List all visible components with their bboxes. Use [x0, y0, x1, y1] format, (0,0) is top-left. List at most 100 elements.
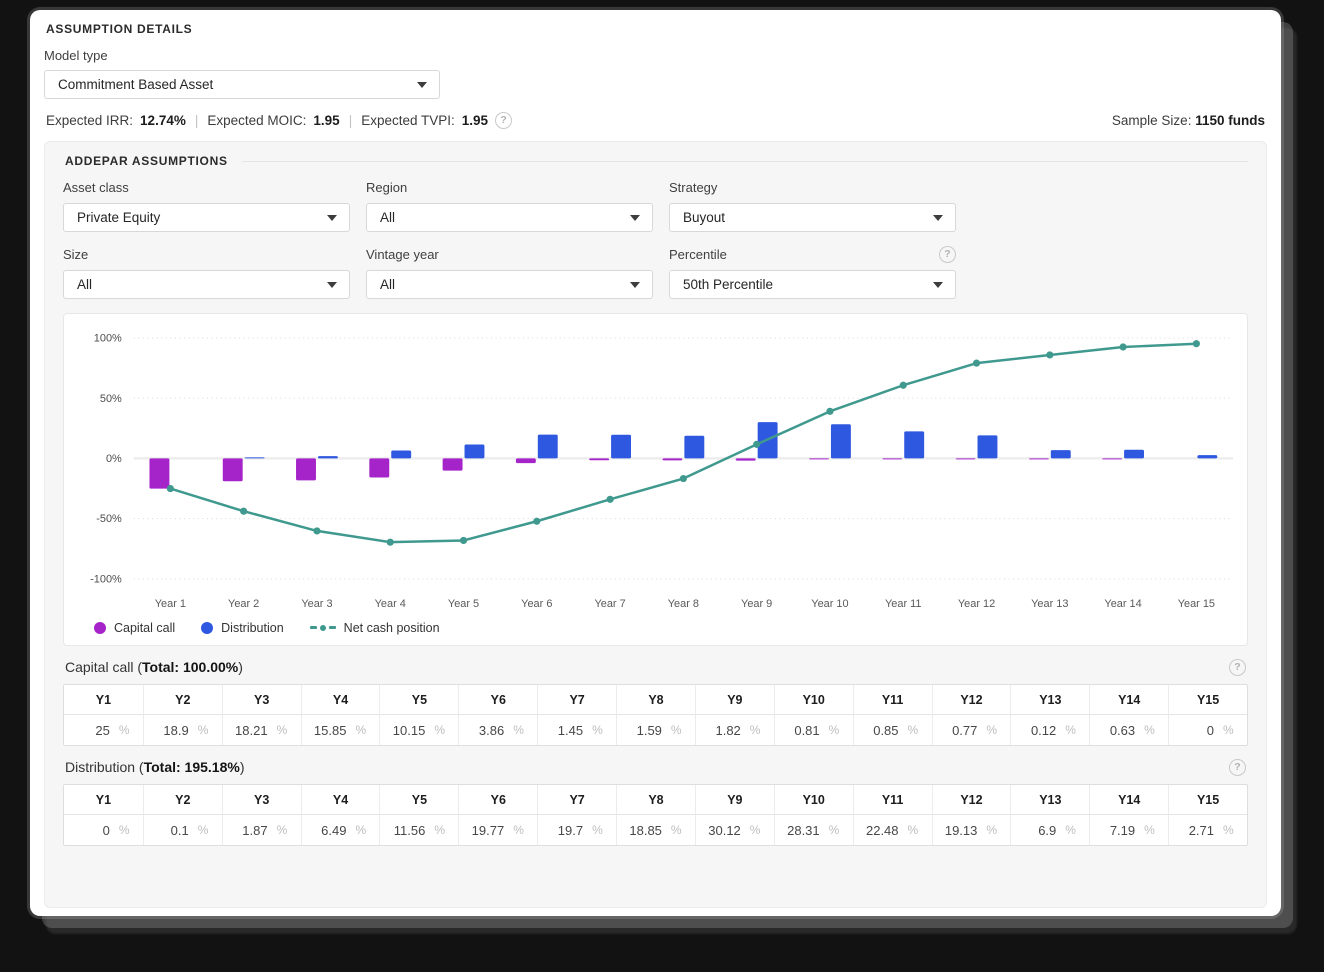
capital-call-bar	[296, 458, 316, 481]
distribution-bar	[391, 450, 412, 459]
distribution-bar	[317, 456, 338, 459]
percentile-select[interactable]: 50th Percentile	[669, 270, 956, 299]
distribution-table: Y1 Y2 Y3 Y4 Y5 Y6 Y7 Y8 Y9 Y10 Y11 Y12 Y13 Y14 Y15 0% 0.…	[63, 783, 1248, 846]
distribution-bar	[1197, 455, 1218, 459]
expected-stats: Expected IRR: 12.74% | Expected MOIC: 1.…	[46, 112, 513, 129]
chevron-down-icon	[933, 214, 943, 221]
net-cash-point	[313, 527, 321, 535]
capital-call-help-icon[interactable]: ?	[1229, 658, 1246, 676]
distribution-help-icon[interactable]: ?	[1229, 758, 1246, 776]
table-value-cell: 19.7%	[537, 814, 616, 845]
sample-size: Sample Size: 1150 funds	[1112, 113, 1265, 128]
table-header-cell: Y2	[142, 684, 222, 715]
net-cash-point	[459, 536, 468, 545]
strategy-select[interactable]: Buyout	[669, 203, 956, 232]
net-cash-point	[386, 538, 394, 546]
table-value-cell: 11.56%	[379, 814, 458, 845]
table-header-cell: Y8	[616, 784, 695, 815]
distribution-swatch-icon	[201, 621, 214, 634]
capital-call-bar	[882, 458, 903, 460]
capital-call-bar	[735, 458, 756, 461]
tvpi-value: 1.95	[461, 113, 489, 128]
table-header-cell: Y15	[1168, 684, 1247, 715]
capital-call-swatch-icon	[94, 621, 106, 634]
table-header-cell: Y3	[221, 784, 301, 815]
legend-distribution-label: Distribution	[221, 620, 284, 635]
x-tick-label: Year 7	[594, 598, 625, 610]
model-type-select[interactable]: Commitment Based Asset	[44, 70, 440, 99]
table-header-cell: Y5	[379, 784, 459, 815]
table-value-cell: 19.77%	[458, 814, 537, 845]
divider: |	[194, 113, 199, 128]
net-cash-point	[1119, 343, 1127, 351]
distribution-bar	[1124, 449, 1145, 459]
table-header-cell: Y11	[852, 784, 932, 815]
vintage-year-select[interactable]: All	[366, 270, 653, 299]
region-label: Region	[366, 179, 408, 195]
irr-label: Expected IRR:	[46, 113, 134, 128]
moic-label: Expected MOIC:	[207, 113, 307, 128]
distribution-table-header: Distribution (Total: 195.18%) ?	[63, 758, 1248, 776]
chevron-down-icon	[417, 81, 427, 88]
x-tick-label: Year 5	[448, 598, 479, 610]
x-tick-label: Year 8	[668, 598, 699, 610]
size-select[interactable]: All	[63, 270, 350, 299]
table-header-cell: Y14	[1089, 684, 1169, 715]
net-cash-point	[606, 495, 614, 503]
cashflow-chart-svg: 100% 50% 0% -50% -100% Year 1 Year 2 Year 3 Year…	[90, 333, 1234, 610]
table-value-cell: 6.49%	[300, 814, 380, 845]
filter-vintage-year: Vintage year All	[366, 245, 653, 299]
distribution-table-title: Distribution (Total: 195.18%)	[65, 759, 245, 776]
header-divider-line	[241, 160, 1248, 162]
net-cash-point	[679, 474, 687, 483]
divider: |	[348, 113, 353, 128]
table-header-cell: Y11	[852, 684, 932, 715]
net-cash-point	[1046, 351, 1054, 359]
table-header-cell: Y2	[142, 784, 222, 815]
legend-capital-call-label: Capital call	[114, 620, 176, 635]
stats-help-icon[interactable]: ?	[495, 112, 513, 129]
asset-class-label: Asset class	[63, 179, 129, 195]
table-value-cell: 18.21%	[221, 714, 301, 745]
table-value-cell: 0%	[102, 822, 130, 838]
capital-call-bar	[222, 458, 243, 482]
capital-call-bar	[589, 458, 610, 461]
table-header-cell: Y13	[1010, 684, 1090, 715]
table-header-cell: Y3	[221, 684, 301, 715]
table-value-cell: 18.9%	[142, 714, 222, 745]
table-header-cell: Y1	[64, 685, 143, 715]
capital-call-bar	[1102, 458, 1123, 460]
chevron-down-icon	[630, 214, 640, 221]
chart-legend: Capital call Distribution Net cash posit…	[70, 619, 1241, 641]
vintage-year-label: Vintage year	[366, 246, 439, 262]
addepar-assumptions-panel: Addepar assumptions Asset class Private …	[44, 141, 1267, 908]
percentile-label: Percentile	[669, 246, 727, 262]
distribution-bar	[537, 434, 558, 459]
x-tick-label: Year 10	[811, 598, 848, 610]
capital-call-table-header: Capital call (Total: 100.00%) ?	[63, 658, 1248, 676]
distribution-bar	[977, 435, 998, 459]
expected-stats-row: Expected IRR: 12.74% | Expected MOIC: 1.…	[44, 112, 1267, 129]
net-cash-line	[169, 342, 1198, 544]
table-header-cell: Y4	[300, 684, 380, 715]
table-header-cell: Y10	[773, 684, 853, 715]
region-select[interactable]: All	[366, 203, 653, 232]
asset-class-select[interactable]: Private Equity	[63, 203, 350, 232]
distribution-bar	[611, 434, 632, 459]
assumption-details-title: Assumption details	[46, 22, 193, 36]
irr-value: 12.74%	[140, 113, 186, 128]
percentile-help-icon[interactable]: ?	[939, 245, 956, 263]
x-tick-label: Year 6	[521, 598, 552, 610]
model-type-value: Commitment Based Asset	[58, 77, 214, 92]
chevron-down-icon	[933, 281, 943, 288]
moic-value: 1.95	[313, 113, 340, 128]
tvpi-label: Expected TVPI:	[361, 113, 455, 128]
table-value-cell: 1.82%	[694, 714, 774, 745]
y-tick-label: -100%	[90, 573, 122, 585]
y-tick-label: 50%	[100, 393, 122, 405]
net-cash-point	[826, 407, 834, 415]
capital-call-bar	[149, 458, 170, 489]
filter-percentile: Percentile ? 50th Percentile	[669, 245, 956, 299]
size-value: All	[77, 277, 93, 292]
assumption-filters: Asset class Private Equity Region All St…	[63, 178, 1248, 299]
